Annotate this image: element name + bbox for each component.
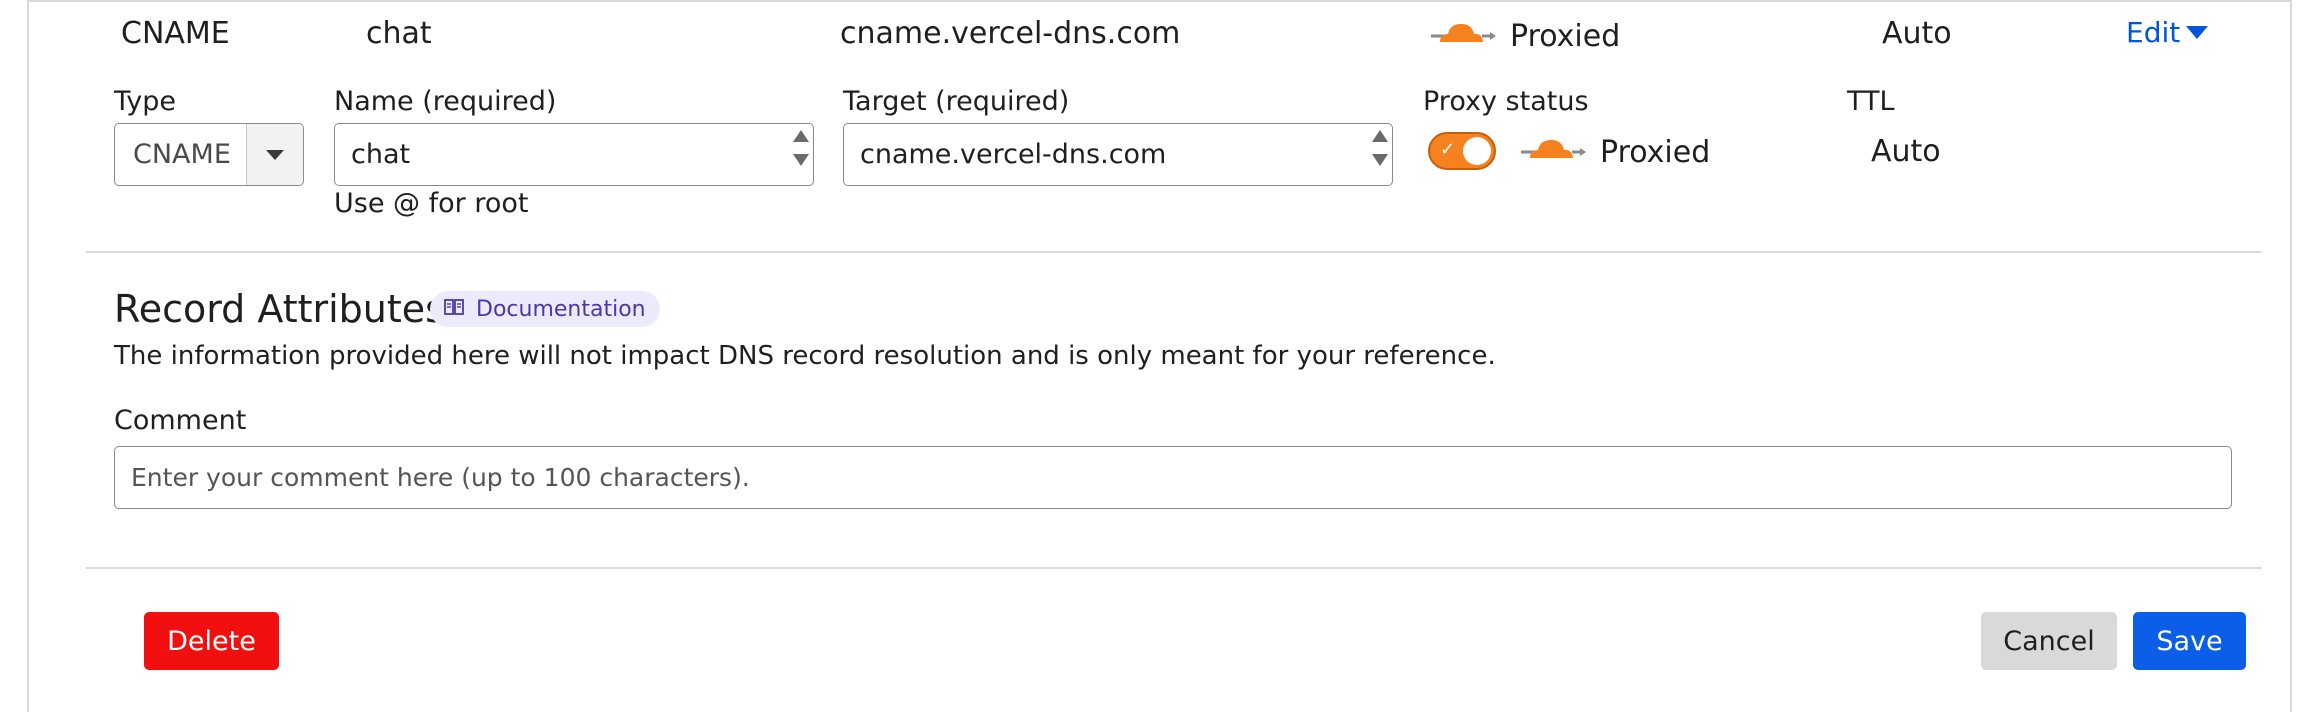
edit-label: Edit [2126,16,2181,49]
target-label: Target (required) [843,86,1070,117]
record-target-summary: cname.vercel-dns.com [840,16,1181,51]
type-select-value: CNAME [133,139,231,170]
record-attributes-heading: Record Attributes [114,287,445,331]
proxy-status-display: Proxied [1520,130,1710,175]
caret-down-icon [2186,26,2209,39]
type-label: Type [114,86,177,117]
name-label: Name (required) [334,86,557,117]
proxy-status-label: Proxy status [1423,86,1589,117]
chevron-down-icon[interactable] [246,124,303,185]
cloudflare-cloud-icon [1430,14,1496,59]
record-type-summary: CNAME [121,16,230,51]
documentation-link[interactable]: Documentation [430,291,660,327]
documentation-label: Documentation [476,296,646,322]
divider [86,567,2261,569]
name-input-value: chat [351,139,411,170]
ttl-label: TTL [1847,86,1895,117]
target-input[interactable]: cname.vercel-dns.com [843,123,1393,186]
delete-button[interactable]: Delete [144,612,279,670]
save-button[interactable]: Save [2133,612,2246,670]
proxy-status-summary-label: Proxied [1510,18,1621,54]
proxy-status-value: Proxied [1600,134,1711,170]
name-hint: Use @ for root [334,188,529,219]
check-icon: ✓ [1440,139,1456,160]
edit-toggle-link[interactable]: Edit [2126,16,2209,49]
proxy-status-summary: Proxied [1430,14,1620,59]
comment-input[interactable]: Enter your comment here (up to 100 chara… [114,446,2232,509]
ttl-summary: Auto [1882,16,1952,51]
cloudflare-cloud-icon [1520,130,1586,175]
record-attributes-description: The information provided here will not i… [114,341,1496,371]
target-input-value: cname.vercel-dns.com [860,139,1167,170]
target-spinner-icon[interactable] [1372,130,1388,166]
book-icon [444,297,464,322]
name-input[interactable]: chat [334,123,814,186]
record-name-summary: chat [366,16,432,51]
name-spinner-icon[interactable] [793,130,809,166]
proxy-toggle[interactable]: ✓ [1428,132,1496,170]
toggle-knob [1463,137,1491,165]
comment-placeholder: Enter your comment here (up to 100 chara… [131,463,750,492]
ttl-value: Auto [1871,134,1941,169]
divider [86,251,2261,253]
type-select[interactable]: CNAME [114,123,304,186]
cancel-button[interactable]: Cancel [1981,612,2117,670]
comment-label: Comment [114,405,247,436]
